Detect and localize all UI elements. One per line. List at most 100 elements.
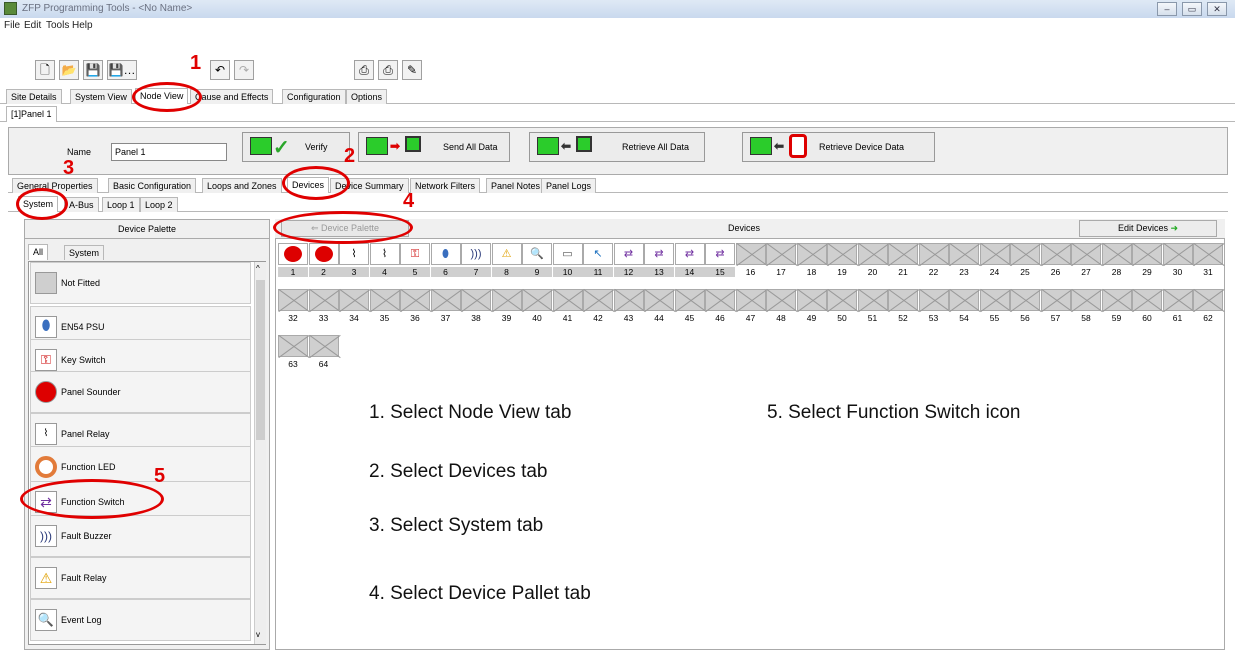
device-slot-assigned[interactable] (278, 243, 308, 265)
device-slot-empty[interactable] (308, 335, 339, 357)
send-all-data-button[interactable]: ➡ Send All Data (358, 132, 510, 162)
device-slot-empty[interactable] (1193, 289, 1223, 311)
palette-item-not-fitted[interactable]: Not Fitted (30, 262, 251, 304)
tab-panel-notes[interactable]: Panel Notes (486, 178, 546, 193)
tab-panel-logs[interactable]: Panel Logs (541, 178, 597, 193)
palette-item-panel-sounder[interactable]: Panel Sounder (30, 371, 251, 413)
print-setup-icon[interactable]: ✎ (402, 60, 422, 80)
device-slot-empty[interactable] (766, 289, 796, 311)
device-slot-empty[interactable] (857, 243, 888, 265)
device-slot-empty[interactable] (1162, 243, 1193, 265)
retrieve-all-data-button[interactable]: ⬅ Retrieve All Data (529, 132, 705, 162)
device-slot-empty[interactable] (552, 289, 583, 311)
device-slot-assigned[interactable]: ▭ (552, 243, 583, 265)
device-slot-empty[interactable] (857, 289, 888, 311)
device-slot-empty[interactable] (766, 243, 796, 265)
device-slot-empty[interactable] (949, 243, 979, 265)
new-file-icon[interactable]: 🗋 (35, 60, 55, 80)
device-slot-empty[interactable] (339, 289, 369, 311)
device-slot-empty[interactable] (735, 289, 766, 311)
device-slot-empty[interactable] (1040, 289, 1071, 311)
undo-icon[interactable]: ↶ (210, 60, 230, 80)
tab-loop-1[interactable]: Loop 1 (102, 197, 140, 212)
device-slot-empty[interactable] (308, 289, 339, 311)
device-slot-empty[interactable] (613, 289, 644, 311)
device-slot-empty[interactable] (979, 289, 1010, 311)
redo-icon[interactable]: ↷ (234, 60, 254, 80)
palette-item-fault-buzzer[interactable]: ))) Fault Buzzer (30, 515, 251, 557)
menu-file[interactable]: File (4, 20, 20, 31)
device-slot-empty[interactable] (278, 289, 308, 311)
device-slot-empty[interactable] (1101, 243, 1132, 265)
palette-item-event-log[interactable]: 🔍 Event Log (30, 599, 251, 641)
device-slot-empty[interactable] (522, 289, 552, 311)
tab-network-filters[interactable]: Network Filters (410, 178, 481, 193)
tab-configuration[interactable]: Configuration (282, 89, 346, 104)
device-slot-empty[interactable] (491, 289, 522, 311)
device-slot-empty[interactable] (796, 289, 827, 311)
menu-tools[interactable]: Tools (46, 20, 69, 31)
open-folder-icon[interactable]: 📂 (59, 60, 79, 80)
device-slot-assigned[interactable] (308, 243, 339, 265)
save-icon[interactable]: 💾 (83, 60, 103, 80)
device-slot-assigned[interactable]: ⇄ (613, 243, 644, 265)
device-slot-assigned[interactable]: ⬮ (430, 243, 461, 265)
scroll-up-icon[interactable]: ^ (256, 264, 260, 273)
palette-item-fault-relay[interactable]: ⚠ Fault Relay (30, 557, 251, 599)
device-slot-empty[interactable] (949, 289, 979, 311)
tab-loop-2[interactable]: Loop 2 (140, 197, 178, 212)
device-slot-empty[interactable] (827, 243, 857, 265)
scroll-down-icon[interactable]: v (256, 630, 260, 639)
print-preview-icon[interactable]: ⎙ (378, 60, 398, 80)
device-slot-empty[interactable] (918, 289, 949, 311)
print-icon[interactable]: ⎙ (354, 60, 374, 80)
device-slot-assigned[interactable]: 🔍 (522, 243, 552, 265)
device-slot-empty[interactable] (1132, 289, 1162, 311)
device-slot-empty[interactable] (1071, 289, 1101, 311)
edit-devices-button[interactable]: Edit Devices ➜ (1079, 220, 1217, 237)
tab-loops-and-zones[interactable]: Loops and Zones (202, 178, 282, 193)
device-slot-empty[interactable] (1010, 243, 1040, 265)
device-slot-assigned[interactable]: ))) (461, 243, 491, 265)
tab-basic-configuration[interactable]: Basic Configuration (108, 178, 197, 193)
device-slot-empty[interactable] (888, 243, 918, 265)
name-field[interactable] (111, 143, 227, 161)
save-as-icon[interactable]: 💾… (107, 60, 137, 80)
device-slot-empty[interactable] (583, 289, 613, 311)
device-slot-empty[interactable] (674, 289, 705, 311)
scroll-thumb[interactable] (256, 280, 265, 440)
device-slot-empty[interactable] (430, 289, 461, 311)
retrieve-device-data-button[interactable]: ⬅ Retrieve Device Data (742, 132, 935, 162)
menu-edit[interactable]: Edit (24, 20, 41, 31)
device-slot-assigned[interactable]: ⇄ (674, 243, 705, 265)
palette-scrollbar[interactable]: ^ v (254, 262, 266, 644)
device-slot-empty[interactable] (796, 243, 827, 265)
device-slot-empty[interactable] (1101, 289, 1132, 311)
device-slot-empty[interactable] (644, 289, 674, 311)
device-slot-empty[interactable] (1132, 243, 1162, 265)
device-slot-empty[interactable] (1040, 243, 1071, 265)
palette-tab-system[interactable]: System (64, 245, 105, 260)
device-slot-empty[interactable] (705, 289, 735, 311)
device-slot-empty[interactable] (369, 289, 400, 311)
device-slot-assigned[interactable]: ⚠ (491, 243, 522, 265)
menu-help[interactable]: Help (72, 20, 93, 31)
device-slot-empty[interactable] (1071, 243, 1101, 265)
device-slot-assigned[interactable]: ⇄ (705, 243, 735, 265)
device-slot-empty[interactable] (918, 243, 949, 265)
tab-site-details[interactable]: Site Details (6, 89, 62, 104)
device-slot-empty[interactable] (278, 335, 308, 357)
device-slot-assigned[interactable]: ⇄ (644, 243, 674, 265)
device-slot-empty[interactable] (1010, 289, 1040, 311)
verify-button[interactable]: ✓ Verify (242, 132, 350, 162)
device-slot-empty[interactable] (735, 243, 766, 265)
device-slot-empty[interactable] (1162, 289, 1193, 311)
device-slot-empty[interactable] (979, 243, 1010, 265)
close-button[interactable]: ✕ (1207, 2, 1227, 16)
minimize-button[interactable]: – (1157, 2, 1177, 16)
tab-a-bus[interactable]: A-Bus (64, 197, 99, 212)
device-slot-empty[interactable] (1193, 243, 1223, 265)
device-slot-assigned[interactable]: ⚿ (400, 243, 430, 265)
maximize-button[interactable]: ▭ (1182, 2, 1202, 16)
device-slot-assigned[interactable]: ⌇ (369, 243, 400, 265)
